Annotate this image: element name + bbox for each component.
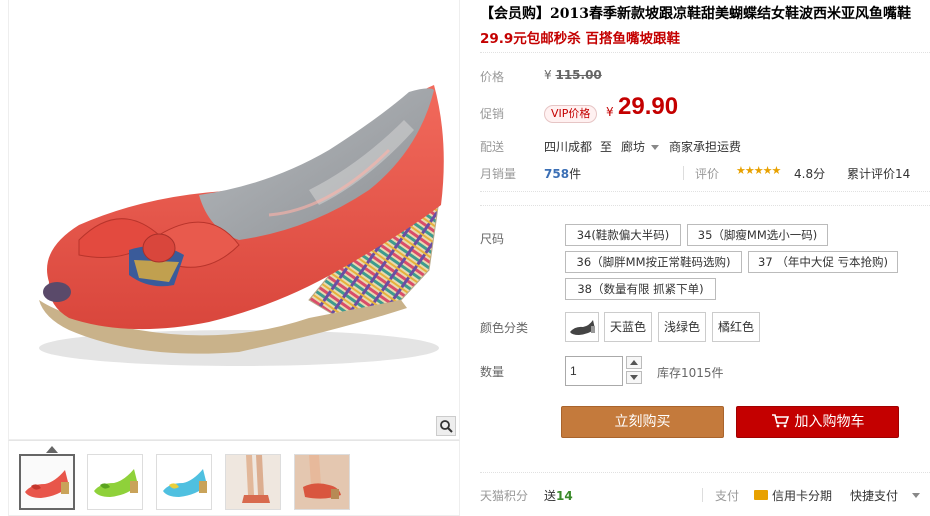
quantity-increase-button[interactable] [626, 356, 642, 369]
monthly-sales-label: 月销量 [480, 167, 517, 181]
divider [683, 166, 684, 180]
points-label: 天猫积分 [480, 489, 529, 503]
add-to-cart-button[interactable]: 加入购物车 [736, 406, 899, 438]
quick-pay-link[interactable]: 快捷支付 [850, 487, 898, 504]
promo-label: 促销 [480, 107, 505, 121]
original-price: ¥ 115.00 [544, 68, 602, 82]
thumbnail-blue[interactable] [156, 454, 212, 510]
divider [702, 488, 703, 502]
shipping-label: 配送 [480, 140, 505, 154]
active-thumb-arrow-icon [46, 446, 58, 453]
stock-count: 库存1015件 [657, 366, 724, 380]
size-label: 尺码 [480, 232, 505, 246]
thumbnail-green[interactable] [87, 454, 143, 510]
footer-bar: 天猫积分 送14 支付 信用卡分期 快捷支付 [480, 472, 930, 516]
color-option-orange-red[interactable]: 橘红色 [712, 312, 760, 342]
vip-price-badge: VIP价格 [544, 105, 598, 123]
size-option-35[interactable]: 35（脚瘦MM选小一码) [687, 224, 828, 246]
color-swatch-image[interactable] [565, 312, 599, 342]
payment-label: 支付 [715, 489, 740, 503]
quantity-input[interactable] [565, 356, 623, 386]
thumbnail-coral[interactable] [19, 454, 75, 510]
price-label: 价格 [480, 70, 505, 84]
color-option-light-green[interactable]: 浅绿色 [658, 312, 706, 342]
quantity-label: 数量 [480, 365, 505, 379]
credit-card-icon [754, 490, 768, 500]
thumbnail-strip [8, 440, 460, 516]
size-option-38[interactable]: 38（数量有限 抓紧下单) [565, 278, 716, 300]
product-page: 【会员购】2013春季新款坡跟凉鞋甜美蝴蝶结女鞋波西米亚风鱼嘴鞋 29.9元包邮… [0, 0, 930, 516]
buy-now-button[interactable]: 立刻购买 [561, 406, 724, 438]
thumbnail-model-shoe[interactable] [294, 454, 350, 510]
thumbnail-model-legs[interactable] [225, 454, 281, 510]
chevron-down-icon[interactable] [912, 493, 920, 498]
monthly-sales-count: 758件 [544, 167, 582, 181]
product-title: 【会员购】2013春季新款坡跟凉鞋甜美蝴蝶结女鞋波西米亚风鱼嘴鞋 [480, 6, 911, 22]
size-option-36[interactable]: 36（脚胖MM按正常鞋码选购) [565, 251, 742, 273]
size-option-37[interactable]: 37 （年中大促 亏本抢购) [748, 251, 898, 273]
main-product-image[interactable] [8, 0, 460, 440]
options-box: 尺码 34(鞋款偏大半码) 35（脚瘦MM选小一码) 36（脚胖MM按正常鞋码选… [480, 205, 930, 445]
promo-currency: ¥ [606, 105, 614, 119]
size-option-34[interactable]: 34(鞋款偏大半码) [565, 224, 681, 246]
product-info-panel: 【会员购】2013春季新款坡跟凉鞋甜美蝴蝶结女鞋波西米亚风鱼嘴鞋 29.9元包邮… [460, 0, 930, 516]
chevron-down-icon [651, 145, 660, 150]
product-subtitle: 29.9元包邮秒杀 百搭鱼嘴坡跟鞋 [480, 31, 681, 47]
shoe-illustration [39, 85, 444, 366]
chevron-down-icon [630, 375, 638, 380]
add-to-cart-label: 加入购物车 [794, 414, 865, 430]
shipping-fee: 商家承担运费 [669, 140, 742, 154]
points-value: 送14 [544, 489, 573, 503]
color-label: 颜色分类 [480, 321, 529, 335]
quantity-decrease-button[interactable] [626, 371, 642, 384]
price-box: 价格 ¥ 115.00 促销 VIP价格 ¥ 29.90 配送 四川成都 至 廊… [480, 52, 930, 192]
ship-from: 四川成都 [544, 140, 593, 154]
cumulative-reviews-link[interactable]: 累计评价14 [847, 165, 910, 182]
promo-price: 29.90 [618, 93, 679, 120]
ship-destination-select[interactable]: 廊坊 [621, 138, 660, 155]
color-option-sky-blue[interactable]: 天蓝色 [604, 312, 652, 342]
rating-score: 4.8分 [794, 167, 826, 181]
credit-installment-link[interactable]: 信用卡分期 [772, 487, 832, 504]
zoom-icon[interactable] [436, 416, 456, 436]
rating-stars-icon: ★★★★★ [736, 164, 781, 177]
cart-icon [771, 414, 789, 428]
shoe-swatch-icon [570, 320, 595, 335]
ship-to-word: 至 [600, 140, 613, 154]
review-label: 评价 [695, 167, 720, 181]
chevron-up-icon [630, 360, 638, 365]
